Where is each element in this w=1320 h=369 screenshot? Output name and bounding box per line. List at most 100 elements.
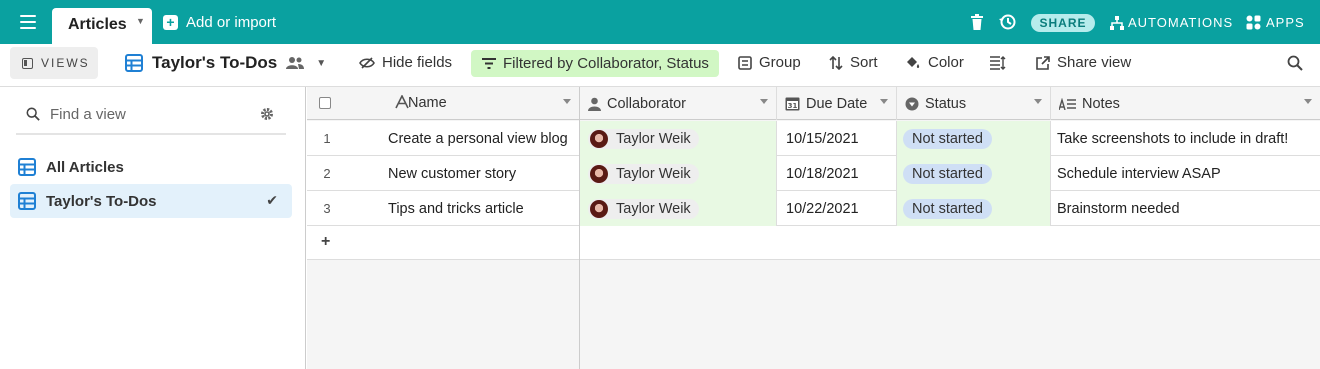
automations-label: AUTOMATIONS	[1128, 15, 1234, 30]
notes-cell[interactable]: Schedule interview ASAP	[1051, 156, 1320, 191]
status-cell[interactable]: Not started	[897, 121, 1051, 156]
group-label: Group	[759, 54, 801, 71]
top-bar: Articles ▼ + Add or import SHARE AUTOMAT…	[0, 0, 1320, 44]
add-record-row[interactable]: +	[307, 226, 1320, 260]
column-label: Notes	[1082, 95, 1120, 112]
chevron-down-icon[interactable]	[1304, 99, 1312, 104]
search-icon[interactable]	[1287, 55, 1303, 71]
share-view-label: Share view	[1057, 54, 1132, 71]
status-cell[interactable]: Not started	[897, 156, 1051, 191]
text-icon	[395, 95, 409, 109]
collaborative-icon	[286, 57, 305, 69]
collaborator-name: Taylor Weik	[616, 165, 691, 182]
status-badge: Not started	[903, 163, 992, 184]
collaborator-cell[interactable]: Taylor Weik	[580, 121, 777, 156]
calendar-day: 31	[788, 102, 798, 110]
column-header-collaborator[interactable]: Collaborator	[579, 87, 777, 120]
tab-articles[interactable]: Articles ▼	[52, 8, 152, 44]
add-or-import-label: Add or import	[186, 14, 277, 31]
filter-icon	[482, 58, 496, 69]
filter-button[interactable]: Filtered by Collaborator, Status	[471, 50, 719, 77]
frozen-column-divider[interactable]	[579, 87, 580, 369]
name-cell[interactable]: New customer story	[388, 156, 578, 191]
add-record-button[interactable]: +	[321, 233, 330, 251]
chevron-down-icon[interactable]	[880, 99, 888, 104]
add-or-import-button[interactable]: + Add or import	[163, 14, 276, 31]
hide-fields-button[interactable]: Hide fields	[359, 54, 452, 71]
trash-icon[interactable]	[971, 14, 983, 30]
views-toggle-button[interactable]: VIEWS	[10, 47, 98, 79]
filter-label: Filtered by Collaborator, Status	[503, 55, 709, 72]
views-sidebar: Find a view All Articles Taylor's To-Dos…	[0, 87, 306, 369]
apps-label: APPS	[1266, 15, 1305, 30]
color-label: Color	[928, 54, 964, 71]
apps-icon	[1246, 15, 1261, 30]
avatar	[590, 199, 608, 218]
due-date-cell[interactable]: 10/18/2021	[778, 156, 897, 191]
sidebar-item-label: Taylor's To-Dos	[46, 192, 157, 210]
due-date-cell[interactable]: 10/15/2021	[778, 121, 897, 156]
table-row[interactable]: 2 New customer story Taylor Weik 10/18/2…	[307, 156, 1320, 191]
row-number: 1	[323, 131, 331, 146]
collaborator-cell[interactable]: Taylor Weik	[580, 156, 777, 191]
chevron-down-icon[interactable]	[760, 99, 768, 104]
column-label: Name	[408, 95, 447, 111]
chevron-down-icon[interactable]: ▼	[136, 16, 145, 26]
sort-button[interactable]: Sort	[829, 54, 878, 71]
sort-label: Sort	[850, 54, 878, 71]
status-badge: Not started	[903, 128, 992, 149]
view-title: Taylor's To-Dos	[152, 53, 278, 72]
search-icon	[26, 107, 40, 121]
sidebar-item-all-articles[interactable]: All Articles	[10, 150, 292, 184]
color-button[interactable]: Color	[905, 54, 964, 71]
checkmark-icon: ✔	[266, 192, 278, 208]
share-button[interactable]: SHARE	[1031, 14, 1095, 32]
due-date-cell[interactable]: 10/22/2021	[778, 191, 897, 226]
tab-label: Articles	[68, 16, 127, 33]
notes-cell[interactable]: Brainstorm needed	[1051, 191, 1320, 226]
view-switcher[interactable]: Taylor's To-Dos ▼	[125, 53, 326, 73]
collaborator-cell[interactable]: Taylor Weik	[580, 191, 777, 226]
name-cell[interactable]: Tips and tricks article	[388, 191, 578, 226]
column-header-status[interactable]: Status	[897, 87, 1051, 120]
column-label: Due Date	[806, 95, 868, 112]
column-header-name[interactable]: Name	[307, 87, 579, 120]
table-row[interactable]: 3 Tips and tricks article Taylor Weik 10…	[307, 191, 1320, 226]
apps-button[interactable]: APPS	[1246, 15, 1305, 30]
sort-icon	[829, 55, 843, 70]
find-view-input[interactable]: Find a view	[16, 95, 286, 135]
records-grid: Name Collaborator 31 Due Date Status Not…	[307, 87, 1320, 369]
select-all-checkbox[interactable]	[319, 97, 331, 109]
menu-icon[interactable]	[20, 15, 36, 29]
chevron-down-icon[interactable]	[563, 99, 571, 104]
name-cell[interactable]: Create a personal view blog	[388, 121, 578, 156]
collaborator-chip: Taylor Weik	[588, 198, 699, 219]
column-header-due-date[interactable]: 31 Due Date	[777, 87, 897, 120]
column-header-notes[interactable]: Notes	[1051, 87, 1320, 120]
calendar-icon: 31	[785, 96, 800, 111]
notes-cell[interactable]: Take screenshots to include in draft!	[1051, 121, 1320, 156]
chevron-down-icon[interactable]: ▼	[316, 58, 326, 69]
grid-view-icon	[125, 54, 143, 72]
group-button[interactable]: Group	[738, 54, 801, 71]
share-view-button[interactable]: Share view	[1036, 54, 1131, 71]
status-cell[interactable]: Not started	[897, 191, 1051, 226]
hide-fields-label: Hide fields	[382, 54, 453, 71]
status-badge: Not started	[903, 198, 992, 219]
row-height-icon[interactable]	[990, 56, 1006, 70]
sidebar-icon	[22, 57, 33, 69]
row-number: 2	[323, 166, 331, 181]
chevron-down-icon[interactable]	[1034, 99, 1042, 104]
row-number: 3	[323, 201, 331, 216]
sidebar-item-taylors-to-dos[interactable]: Taylor's To-Dos ✔	[10, 184, 292, 218]
grid-view-icon	[18, 158, 36, 176]
user-icon	[588, 97, 601, 111]
history-icon[interactable]	[999, 13, 1017, 31]
collaborator-chip: Taylor Weik	[588, 128, 699, 149]
grid-header: Name Collaborator 31 Due Date Status Not…	[307, 87, 1320, 120]
table-row[interactable]: 1 Create a personal view blog Taylor Wei…	[307, 121, 1320, 156]
gear-icon[interactable]	[260, 107, 274, 121]
automations-button[interactable]: AUTOMATIONS	[1110, 15, 1233, 30]
find-view-placeholder: Find a view	[50, 105, 126, 123]
collaborator-chip: Taylor Weik	[588, 163, 699, 184]
